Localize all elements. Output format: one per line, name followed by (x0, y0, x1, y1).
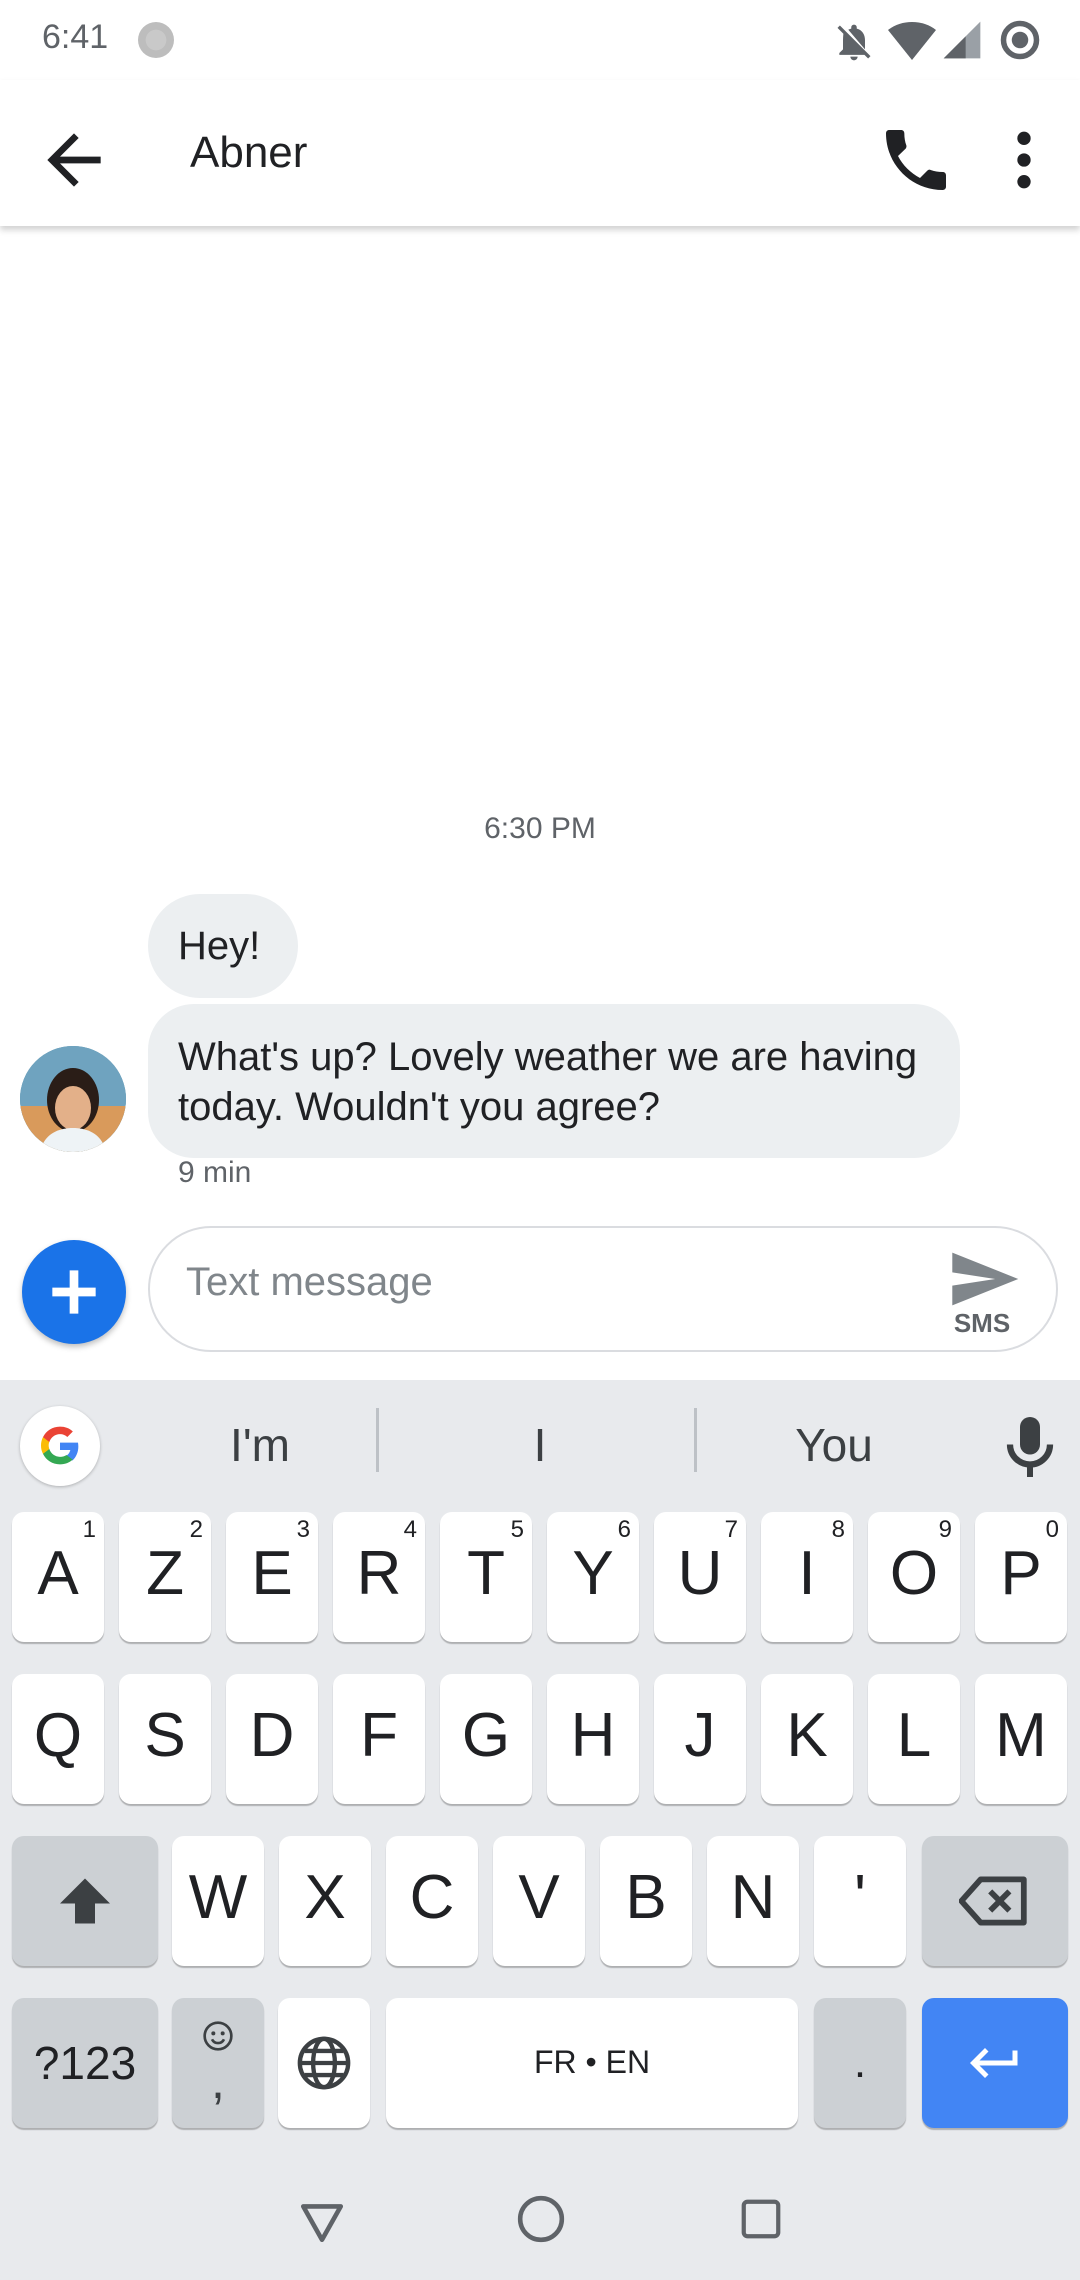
key-n[interactable]: N (707, 1836, 799, 1966)
key-f[interactable]: F (333, 1674, 425, 1804)
contact-photo (20, 1046, 126, 1152)
bell-off-icon (837, 24, 871, 61)
nav-home-icon[interactable] (516, 2194, 566, 2244)
backspace-icon (959, 1876, 1027, 1926)
suggestion[interactable]: You (714, 1418, 954, 1472)
suggestion-divider (694, 1408, 697, 1472)
key-d[interactable]: D (226, 1674, 318, 1804)
contact-name: Abner (190, 128, 308, 177)
key-w[interactable]: W (172, 1836, 264, 1966)
mic-button[interactable] (1000, 1412, 1060, 1482)
key-u[interactable]: U7 (654, 1512, 746, 1642)
mic-icon (1006, 1417, 1054, 1477)
key-c[interactable]: C (386, 1836, 478, 1966)
data-saver-icon (1000, 20, 1040, 60)
sync-icon (138, 22, 174, 58)
signal-icon (943, 21, 981, 59)
emoji-comma-key[interactable]: , (172, 1998, 264, 2128)
google-icon (41, 1426, 79, 1465)
call-button[interactable] (876, 120, 956, 200)
key-l[interactable]: L (868, 1674, 960, 1804)
app-bar: Abner (0, 80, 1080, 226)
avatar[interactable] (20, 1046, 126, 1152)
message-meta: 9 min (178, 1156, 252, 1189)
key-q[interactable]: Q (12, 1674, 104, 1804)
nav-back-icon[interactable] (296, 2196, 348, 2246)
key-s[interactable]: S (119, 1674, 211, 1804)
suggestion-divider (376, 1408, 379, 1472)
shift-key[interactable] (12, 1836, 158, 1966)
status-time: 6:41 (42, 18, 109, 56)
key-y[interactable]: Y6 (547, 1512, 639, 1642)
key-p[interactable]: P0 (975, 1512, 1067, 1642)
key-o[interactable]: O9 (868, 1512, 960, 1642)
key-k[interactable]: K (761, 1674, 853, 1804)
suggestion[interactable]: I (420, 1418, 660, 1472)
shift-icon (60, 1878, 110, 1924)
message-input-field[interactable]: Text message SMS (148, 1226, 1058, 1352)
backspace-key[interactable] (922, 1836, 1068, 1966)
key-apostrophe[interactable]: ' (814, 1836, 906, 1966)
key-x[interactable]: X (279, 1836, 371, 1966)
navigation-bar (0, 2162, 1080, 2280)
attach-button[interactable] (22, 1240, 126, 1344)
message-input[interactable]: Text message (186, 1260, 433, 1305)
enter-icon (970, 2048, 1018, 2078)
wifi-icon (888, 22, 936, 60)
overflow-menu-button[interactable] (984, 120, 1064, 200)
key-v[interactable]: V (493, 1836, 585, 1966)
key-e[interactable]: E3 (226, 1512, 318, 1642)
suggestion[interactable]: I'm (140, 1418, 380, 1472)
enter-key[interactable] (922, 1998, 1068, 2128)
send-type-label: SMS (953, 1308, 1011, 1338)
space-key[interactable]: FR • EN (386, 1998, 798, 2128)
language-key[interactable] (278, 1998, 370, 2128)
plus-icon (52, 1270, 96, 1314)
more-vert-icon (1017, 131, 1031, 189)
key-r[interactable]: R4 (333, 1512, 425, 1642)
key-a[interactable]: A1 (12, 1512, 104, 1642)
conversation-timestamp: 6:30 PM (484, 812, 596, 845)
google-button[interactable] (20, 1406, 100, 1486)
send-icon (952, 1252, 1019, 1306)
comma-label: , (211, 2053, 225, 2109)
status-bar: 6:41 (0, 0, 1080, 80)
key-j[interactable]: J (654, 1674, 746, 1804)
back-button[interactable] (34, 120, 114, 200)
back-arrow-icon (47, 133, 101, 187)
symbols-key[interactable]: ?123 (12, 1998, 158, 2128)
phone-icon (886, 130, 946, 190)
key-i[interactable]: I8 (761, 1512, 853, 1642)
key-b[interactable]: B (600, 1836, 692, 1966)
period-key[interactable]: . (814, 1998, 906, 2128)
message-bubble[interactable]: Hey! (148, 894, 299, 998)
keyboard: I'm I You A1 Z2 E3 R4 T5 Y6 U7 I8 O9 P0 … (0, 1380, 1080, 2162)
emoji-icon (203, 2021, 233, 2051)
key-z[interactable]: Z2 (119, 1512, 211, 1642)
key-g[interactable]: G (440, 1674, 532, 1804)
message-bubble[interactable]: What's up? Lovely weather we are having … (148, 1004, 960, 1158)
key-t[interactable]: T5 (440, 1512, 532, 1642)
nav-recents-icon[interactable] (738, 2196, 784, 2242)
key-m[interactable]: M (975, 1674, 1067, 1804)
key-h[interactable]: H (547, 1674, 639, 1804)
globe-icon (297, 2036, 351, 2090)
